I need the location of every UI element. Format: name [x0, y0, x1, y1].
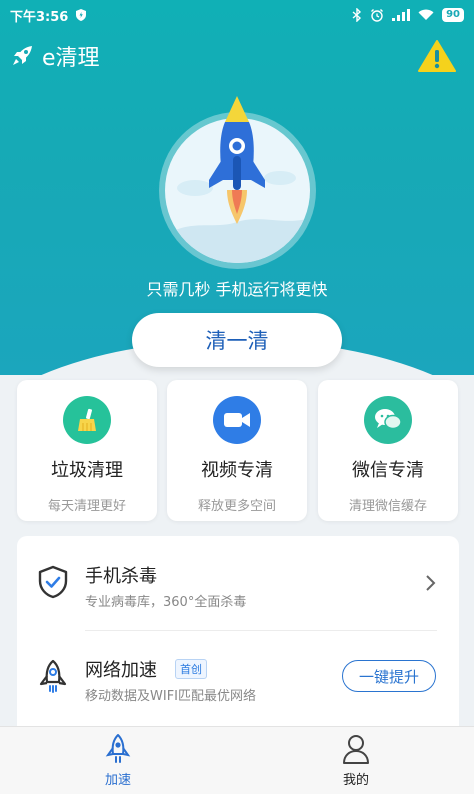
clean-button[interactable]: 清一清	[132, 313, 342, 367]
warning-icon[interactable]	[418, 39, 456, 73]
rocket-outline-icon	[39, 659, 67, 693]
tab-label: 我的	[342, 773, 369, 788]
chevron-right-icon	[426, 575, 436, 591]
alarm-icon	[371, 9, 384, 22]
feature-card-junk[interactable]: 垃圾清理 每天清理更好	[17, 380, 157, 521]
list-item-title: 手机杀毒	[85, 566, 157, 587]
status-icons: 90	[352, 8, 464, 22]
rocket-logo-icon	[13, 46, 32, 65]
card-title: 视频专清	[201, 460, 273, 481]
broom-icon	[63, 396, 111, 444]
app-title: e清理	[42, 46, 100, 71]
hero-tagline: 只需几秒 手机运行将更快	[146, 280, 328, 299]
rocket-tab-icon	[105, 734, 131, 763]
tab-speed[interactable]: 加速	[78, 733, 158, 788]
tools-list: 手机杀毒 专业病毒库，360°全面杀毒 网络加速 首创 移动数据及WIFI匹配最…	[17, 536, 459, 736]
battery-indicator: 90	[442, 8, 464, 22]
list-item-subtitle: 专业病毒库，360°全面杀毒	[85, 595, 247, 610]
card-title: 垃圾清理	[51, 460, 123, 481]
video-icon	[213, 396, 261, 444]
card-title: 微信专清	[352, 460, 424, 481]
card-subtitle: 释放更多空间	[197, 499, 276, 514]
card-subtitle: 每天清理更好	[47, 499, 126, 514]
boost-button[interactable]: 一键提升	[342, 660, 436, 692]
list-item-network[interactable]: 网络加速 首创 移动数据及WIFI匹配最优网络 一键提升	[17, 630, 459, 722]
bluetooth-icon	[352, 8, 362, 22]
tab-label: 加速	[104, 773, 131, 788]
bottom-tab-bar: 加速 我的	[0, 726, 474, 794]
wechat-icon	[364, 396, 412, 444]
list-item-title: 网络加速	[85, 660, 157, 681]
list-item-antivirus[interactable]: 手机杀毒 专业病毒库，360°全面杀毒	[17, 536, 459, 628]
list-item-subtitle: 移动数据及WIFI匹配最优网络	[85, 689, 256, 704]
signal-icon	[392, 9, 411, 21]
status-bar: 下午3:56 90	[0, 0, 474, 30]
first-tag-badge: 首创	[175, 659, 207, 679]
app-header: e清理	[0, 36, 474, 76]
feature-card-video[interactable]: 视频专清 释放更多空间	[167, 380, 307, 521]
shield-check-icon	[38, 565, 68, 599]
wifi-icon	[418, 9, 434, 20]
user-icon	[343, 735, 369, 764]
status-time: 下午3:56	[10, 9, 69, 25]
shield-status-icon	[76, 9, 87, 21]
card-subtitle: 清理微信缓存	[348, 499, 427, 514]
rocket-icon	[209, 96, 265, 224]
tab-mine[interactable]: 我的	[316, 733, 396, 788]
feature-card-wechat[interactable]: 微信专清 清理微信缓存	[318, 380, 458, 521]
